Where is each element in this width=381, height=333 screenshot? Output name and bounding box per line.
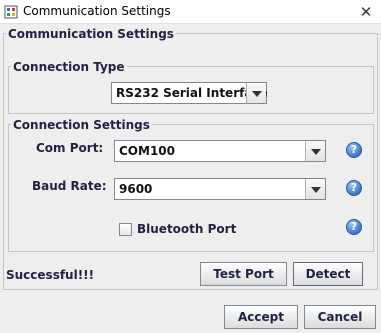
baud-rate-dropdown-button[interactable]: [305, 179, 325, 199]
connection-type-value: RS232 Serial Interface: [116, 86, 268, 100]
window-title: Communication Settings: [23, 4, 171, 18]
bluetooth-help-icon[interactable]: ?: [346, 219, 362, 235]
chevron-down-icon: [311, 187, 321, 193]
title-bar: Communication Settings ✕: [0, 0, 381, 24]
bluetooth-port-checkbox[interactable]: [119, 223, 132, 236]
communication-settings-legend: Communication Settings: [6, 27, 176, 41]
status-text: Successful!!!: [6, 268, 95, 282]
chevron-down-icon: [252, 91, 262, 97]
accept-button[interactable]: Accept: [224, 305, 298, 329]
app-icon: [4, 5, 18, 19]
cancel-button[interactable]: Cancel: [304, 305, 376, 329]
com-port-select[interactable]: COM100: [114, 140, 326, 162]
detect-button[interactable]: Detect: [293, 262, 363, 286]
com-port-label: Com Port:: [36, 141, 104, 155]
baud-rate-help-icon[interactable]: ?: [346, 180, 362, 196]
connection-type-dropdown-button[interactable]: [246, 83, 266, 103]
com-port-dropdown-button[interactable]: [305, 141, 325, 161]
connection-type-select[interactable]: RS232 Serial Interface: [111, 82, 268, 104]
test-port-button[interactable]: Test Port: [200, 262, 287, 286]
chevron-down-icon: [311, 149, 321, 155]
baud-rate-value: 9600: [119, 182, 153, 196]
connection-settings-legend: Connection Settings: [11, 118, 152, 132]
bluetooth-port-label[interactable]: Bluetooth Port: [137, 222, 236, 236]
baud-rate-select[interactable]: 9600: [114, 178, 326, 200]
baud-rate-label: Baud Rate:: [32, 179, 107, 193]
close-button[interactable]: ✕: [351, 0, 381, 24]
com-port-value: COM100: [119, 144, 175, 158]
com-port-help-icon[interactable]: ?: [346, 142, 362, 158]
connection-type-legend: Connection Type: [11, 60, 127, 74]
close-icon: ✕: [359, 3, 373, 21]
